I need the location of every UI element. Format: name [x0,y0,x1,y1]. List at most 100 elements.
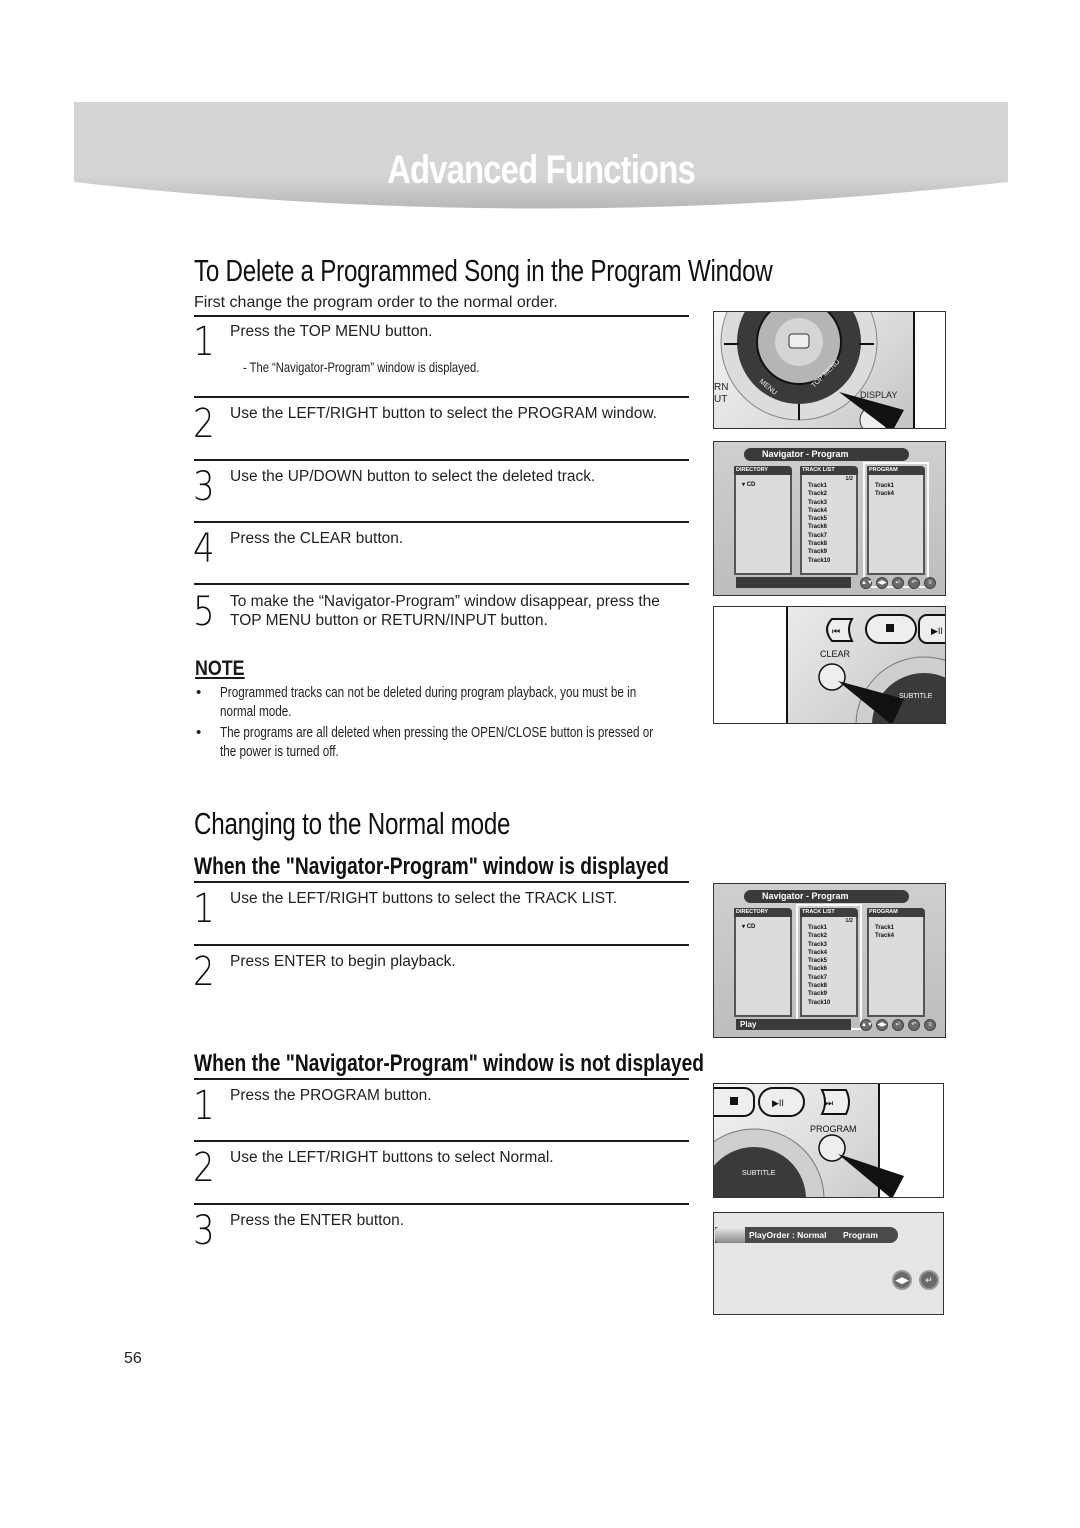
step-number: 3 [193,1208,215,1254]
navigator-program-screen: Navigator - Program DIRECTORY ▾ CD TRACK… [713,441,946,596]
divider [194,1078,689,1080]
column-header: DIRECTORY [734,908,792,917]
remote-program-illustration: ▶II ⏭ [714,1084,943,1197]
divider [194,315,689,317]
program-column: PROGRAM Track1 Track4 [867,908,925,1026]
track-item: Track9 [808,549,828,556]
svg-text:UT: UT [714,394,727,405]
step-2: 2 Use the LEFT/RIGHT button to select th… [193,404,689,454]
track-item: Track1 [875,925,895,931]
track-item: Track8 [808,983,828,990]
bullet-icon: • [196,684,202,701]
left-right-icon: ◀▶ [876,577,888,589]
step-subtext: - The “Navigator-Program” window is disp… [243,359,480,375]
up-down-icon: ▲▼ [860,577,873,589]
return-icon: ↶ [908,577,920,589]
track-item: Track4 [875,933,895,940]
track-item: Track9 [808,991,828,998]
track-item: Track10 [808,999,831,1006]
playorder-bar: PlayOrder : Normal Program [715,1227,898,1243]
return-icon: ↶ [908,1019,920,1031]
remote-program-image: ▶II ⏭ PROGRAM SUBTITLE [713,1083,944,1198]
enter-icon: ↵ [892,577,904,589]
subtitle-label: SUBTITLE [742,1170,776,1177]
note-text: Programmed tracks can not be deleted dur… [220,684,637,720]
folder-label: CD [746,924,756,930]
track-item: Track3 [808,499,828,506]
divider [194,1203,689,1205]
step-text: Use the LEFT/RIGHT button to select the … [230,405,657,422]
navigator-program-screen-play: Navigator - Program DIRECTORY ▾ CD TRACK… [713,883,946,1038]
directory-column: DIRECTORY ▾ CD [734,908,792,1026]
track-item: Track6 [808,524,828,531]
section-subtitle: First change the program order to the no… [194,294,558,311]
track-item: Track7 [808,974,828,981]
track-item: Track5 [808,516,828,523]
left-right-icon: ◀▶ [876,1019,888,1031]
step-text-line2: TOP MENU button or RETURN/INPUT button. [230,612,548,629]
column-header: TRACK LIST [800,908,858,917]
track-list-column: TRACK LIST 1/2 Track1 Track2 Track3 Track4 T… [796,904,862,1030]
step-1: 1 Press the PROGRAM button. [193,1086,689,1136]
section-title-delete: To Delete a Programmed Song in the Progr… [194,253,773,288]
page-number: 56 [124,1350,142,1367]
step-number: 1 [193,886,215,932]
status-bar [736,577,851,588]
navigator-title: Navigator - Program [744,448,909,461]
track-item: Track10 [808,557,831,564]
svg-text:DISPLAY: DISPLAY [860,390,897,400]
svg-text:⏭: ⏭ [825,1098,833,1108]
folder-label: CD [746,482,756,488]
program-column: PROGRAM Track1 Track4 [863,462,929,588]
step-number: 1 [193,1083,215,1129]
up-down-icon: ▲▼ [860,1019,873,1031]
note-item: • Programmed tracks can not be deleted d… [196,683,716,723]
divider [194,459,689,461]
track-list-column: TRACK LIST 1/2 Track1 Track2 Track3 Track4 T… [800,466,858,584]
clear-label: CLEAR [820,649,851,659]
step-4: 4 Press the CLEAR button. [193,529,689,579]
step-text: Use the UP/DOWN button to select the del… [230,468,596,485]
step-3: 3 Use the UP/DOWN button to select the d… [193,467,689,517]
note-item: • The programs are all deleted when pres… [196,723,716,763]
step-text: Use the LEFT/RIGHT buttons to select Nor… [230,1149,554,1166]
track-item: Track1 [808,925,828,931]
step-text: Press the ENTER button. [230,1212,405,1229]
svg-text:▶II: ▶II [772,1098,784,1108]
column-header: TRACK LIST [800,466,858,475]
track-item: Track1 [875,483,895,489]
enter-icon: ↵ [919,1270,939,1290]
playorder-option: Program [843,1230,878,1240]
remote-clear-illustration: ⏮ ▶II [714,607,945,723]
svg-text:▶II: ▶II [931,626,943,636]
note-text: The programs are all deleted when pressi… [220,724,654,760]
step-2: 2 Press ENTER to begin playback. [193,952,689,1002]
divider [194,881,689,883]
track-item: Track4 [875,491,895,498]
track-item: Track4 [808,507,828,514]
step-text: To make the “Navigator-Program” window d… [230,593,660,610]
step-2: 2 Use the LEFT/RIGHT buttons to select N… [193,1148,689,1198]
step-number: 2 [193,401,215,447]
remote-top-menu-image: MENU TOP MENU RN UT DISPLAY [713,311,946,429]
step-number: 2 [193,1145,215,1191]
playorder-label: PlayOrder : Normal [749,1230,827,1240]
navigator-title: Navigator - Program [744,890,909,903]
playorder-screen: PlayOrder : Normal Program ◀▶ ↵ [713,1212,944,1315]
track-item: Track4 [808,949,828,956]
step-1: 1 Use the LEFT/RIGHT buttons to select t… [193,889,689,939]
step-number: 3 [193,464,215,510]
menu-icon: ≡ [924,1019,936,1031]
track-item: Track5 [808,958,828,965]
step-text: Use the LEFT/RIGHT buttons to select the… [230,890,618,907]
track-item: Track6 [808,966,828,973]
enter-icon: ↵ [892,1019,904,1031]
column-header: PROGRAM [867,466,925,475]
bullet-icon: • [196,724,202,741]
remote-dial-illustration: MENU TOP MENU RN UT DISPLAY [714,312,945,428]
divider [194,396,689,398]
step-1: 1 Press the TOP MENU button. - The “Navi… [193,322,689,392]
svg-text:RN: RN [714,382,728,393]
subsection-title-not-displayed: When the "Navigator-Program" window is n… [194,1050,704,1077]
page-indicator: 1/2 [845,918,853,924]
